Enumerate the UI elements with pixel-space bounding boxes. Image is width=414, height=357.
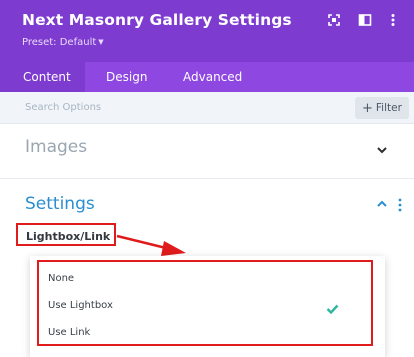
- filter-label: Filter: [375, 102, 402, 114]
- more-vertical-icon[interactable]: [396, 198, 404, 212]
- annotation-box-options: [37, 260, 373, 346]
- annotation-box-label: [16, 223, 116, 246]
- sidebar-layout-icon[interactable]: [357, 12, 373, 28]
- preset-selector[interactable]: Preset: Default ▼: [22, 37, 104, 48]
- plus-icon: +: [362, 101, 373, 116]
- search-input[interactable]: Search Options: [25, 102, 101, 113]
- tab-advanced[interactable]: Advanced: [183, 62, 242, 92]
- expand-icon[interactable]: [326, 12, 342, 28]
- caret-down-icon: ▼: [98, 38, 104, 46]
- section-divider: [0, 178, 414, 179]
- section-images-title[interactable]: Images: [25, 137, 87, 157]
- chevron-up-icon[interactable]: [376, 199, 388, 209]
- chevron-down-icon[interactable]: [376, 145, 388, 155]
- search-bar: Search Options + Filter: [0, 92, 414, 124]
- tab-design[interactable]: Design: [106, 62, 147, 92]
- filter-button[interactable]: + Filter: [355, 97, 409, 119]
- tab-bar: Content Design Advanced: [0, 62, 414, 92]
- modal-header: Next Masonry Gallery Settings Preset: De…: [0, 0, 414, 62]
- section-settings-title[interactable]: Settings: [25, 194, 95, 214]
- tab-content[interactable]: Content: [0, 62, 85, 92]
- modal-title: Next Masonry Gallery Settings: [22, 11, 292, 29]
- preset-label: Preset: Default: [22, 37, 97, 48]
- more-vertical-icon[interactable]: [385, 12, 401, 28]
